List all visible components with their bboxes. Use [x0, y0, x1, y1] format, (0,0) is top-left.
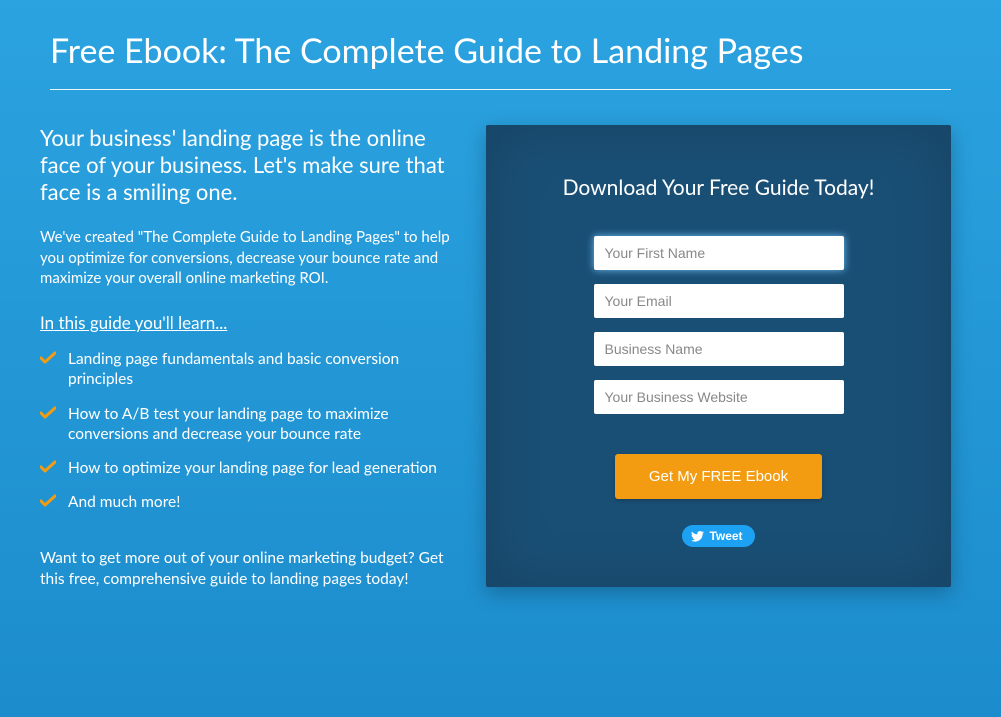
get-ebook-button[interactable]: Get My FREE Ebook	[615, 454, 822, 499]
form-column: Download Your Free Guide Today! Get My F…	[486, 125, 951, 587]
intro-paragraph: We've created "The Complete Guide to Lan…	[40, 227, 456, 288]
tweet-label: Tweet	[709, 529, 742, 543]
twitter-icon	[691, 531, 704, 542]
email-input[interactable]	[594, 284, 844, 318]
header-divider	[50, 89, 951, 90]
bullet-list: Landing page fundamentals and basic conv…	[40, 349, 456, 512]
copy-column: Your business' landing page is the onlin…	[40, 125, 456, 590]
download-form-card: Download Your Free Guide Today! Get My F…	[486, 125, 951, 587]
bullet-text: And much more!	[68, 492, 180, 512]
learn-heading: In this guide you'll learn...	[40, 312, 227, 333]
check-icon	[40, 406, 58, 444]
business-website-input[interactable]	[594, 380, 844, 414]
bullet-text: How to A/B test your landing page to max…	[68, 404, 456, 444]
check-icon	[40, 460, 58, 478]
list-item: How to A/B test your landing page to max…	[40, 404, 456, 444]
page-title: Free Ebook: The Complete Guide to Landin…	[50, 30, 951, 71]
lead-paragraph: Your business' landing page is the onlin…	[40, 125, 456, 205]
tweet-button[interactable]: Tweet	[682, 525, 754, 547]
form-heading: Download Your Free Guide Today!	[521, 175, 916, 200]
check-icon	[40, 494, 58, 512]
business-name-input[interactable]	[594, 332, 844, 366]
first-name-input[interactable]	[594, 236, 844, 270]
closing-paragraph: Want to get more out of your online mark…	[40, 548, 456, 590]
list-item: How to optimize your landing page for le…	[40, 458, 456, 478]
content-columns: Your business' landing page is the onlin…	[40, 125, 951, 590]
list-item: Landing page fundamentals and basic conv…	[40, 349, 456, 389]
bullet-text: Landing page fundamentals and basic conv…	[68, 349, 456, 389]
bullet-text: How to optimize your landing page for le…	[68, 458, 437, 478]
check-icon	[40, 351, 58, 389]
list-item: And much more!	[40, 492, 456, 512]
